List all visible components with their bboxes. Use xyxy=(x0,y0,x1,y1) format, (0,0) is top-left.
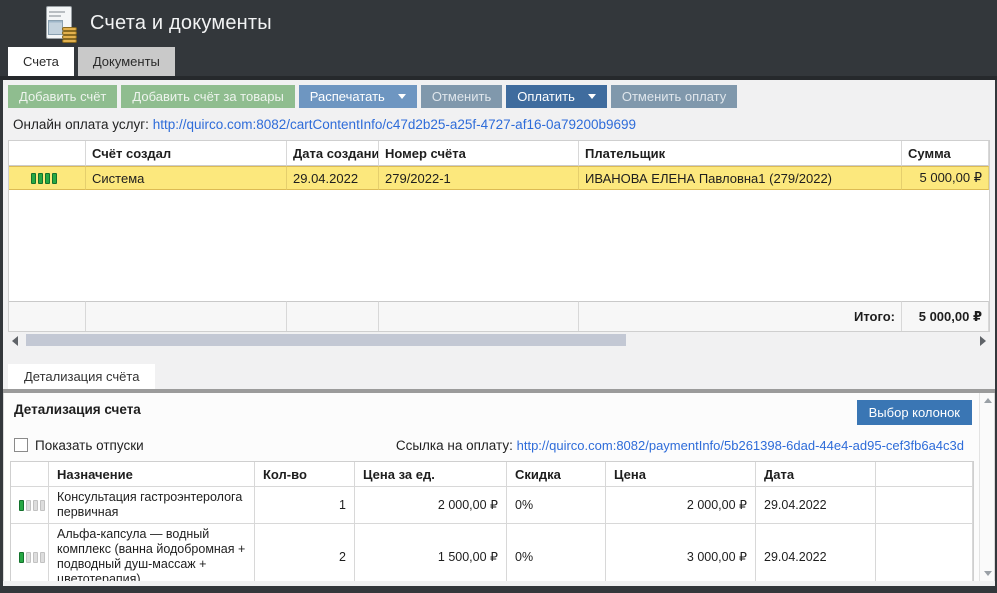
pay-button[interactable]: Оплатить xyxy=(506,85,607,108)
button-label: Отменить xyxy=(432,89,491,104)
scroll-down-icon[interactable] xyxy=(984,571,992,576)
column-header-price[interactable]: Цена xyxy=(606,462,756,487)
cell-qty: 2 xyxy=(255,524,355,581)
details-tabbar: Детализация счёта xyxy=(8,364,995,389)
details-grid: Назначение Кол-во Цена за ед. Скидка Цен… xyxy=(10,461,974,581)
table-row[interactable]: Система 29.04.2022 279/2022-1 ИВАНОВА ЕЛ… xyxy=(9,166,989,190)
cell-unit-price: 2 000,00 ₽ xyxy=(355,487,507,524)
table-row[interactable]: Альфа-капсула — водный комплекс (ванна й… xyxy=(11,524,973,581)
column-header-date[interactable]: Дата xyxy=(756,462,876,487)
tab-invoice-details[interactable]: Детализация счёта xyxy=(8,364,155,389)
window: Счета и документы Счета Документы Добави… xyxy=(0,0,997,593)
column-header-qty[interactable]: Кол-во xyxy=(255,462,355,487)
payment-link-label: Ссылка на оплату: xyxy=(396,438,513,453)
cell-service: Альфа-капсула — водный комплекс (ванна й… xyxy=(49,524,255,581)
cell-creator: Система xyxy=(86,166,287,190)
details-subrow: Показать отпуски Ссылка на оплату: http:… xyxy=(14,435,964,455)
column-header-discount[interactable]: Скидка xyxy=(507,462,606,487)
column-header-payer[interactable]: Плательщик xyxy=(579,141,902,166)
show-vacations-label: Показать отпуски xyxy=(35,438,144,453)
toolbar: Добавить счёт Добавить счёт за товары Ра… xyxy=(8,85,995,108)
button-label: Добавить счёт за товары xyxy=(132,89,283,104)
chevron-down-icon xyxy=(398,94,406,99)
add-invoice-button[interactable]: Добавить счёт xyxy=(8,85,117,108)
cell-number: 279/2022-1 xyxy=(379,166,579,190)
details-grid-header: Назначение Кол-во Цена за ед. Скидка Цен… xyxy=(11,462,973,487)
coins-icon xyxy=(62,26,78,43)
print-button[interactable]: Распечатать xyxy=(299,85,417,108)
choose-columns-button[interactable]: Выбор колонок xyxy=(857,400,972,425)
details-panel-title: Детализация счета xyxy=(14,402,141,417)
total-value: 5 000,00 ₽ xyxy=(902,301,989,331)
scroll-up-icon[interactable] xyxy=(984,398,992,403)
page-title: Счета и документы xyxy=(90,12,272,35)
scrollbar-thumb[interactable] xyxy=(26,334,626,346)
titlebar: Счета и документы xyxy=(0,0,997,47)
total-label: Итого: xyxy=(579,301,902,331)
status-bars-icon xyxy=(19,500,45,511)
column-header-number[interactable]: Номер счёта xyxy=(379,141,579,166)
cell-date: 29.04.2022 xyxy=(756,524,876,581)
status-bars-icon xyxy=(31,173,57,184)
cart-content-link[interactable]: http://quirco.com:8082/cartContentInfo/c… xyxy=(153,117,636,132)
invoices-grid-header: Счёт создал Дата создания Номер счёта Пл… xyxy=(9,141,989,166)
add-goods-invoice-button[interactable]: Добавить счёт за товары xyxy=(121,85,294,108)
payment-info-link[interactable]: http://quirco.com:8082/paymentInfo/5b261… xyxy=(517,438,964,453)
column-header-icon[interactable] xyxy=(11,462,49,487)
cell-extra xyxy=(876,487,973,524)
cell-service: Консультация гастроэнтеролога первичная xyxy=(49,487,255,524)
invoice-document-icon xyxy=(44,5,78,43)
grid-empty-area xyxy=(9,190,989,301)
cell-date: 29.04.2022 xyxy=(756,487,876,524)
show-vacations-checkbox[interactable] xyxy=(14,438,28,452)
content-area: Добавить счёт Добавить счёт за товары Ра… xyxy=(3,80,995,586)
cell-payer: ИВАНОВА ЕЛЕНА Павловна1 (279/2022) xyxy=(579,166,902,190)
row-status-cell xyxy=(11,524,49,581)
cell-price: 3 000,00 ₽ xyxy=(606,524,756,581)
scroll-right-icon[interactable] xyxy=(980,336,986,346)
column-header-amount[interactable]: Сумма xyxy=(902,141,989,166)
horizontal-scrollbar[interactable] xyxy=(8,332,990,348)
main-tabbar: Счета Документы xyxy=(0,47,997,76)
scroll-left-icon[interactable] xyxy=(12,336,18,346)
cancel-payment-button[interactable]: Отменить оплату xyxy=(611,85,737,108)
button-label: Оплатить xyxy=(517,89,575,104)
button-label: Распечатать xyxy=(310,89,385,104)
status-bars-icon xyxy=(19,552,45,563)
column-header-service[interactable]: Назначение xyxy=(49,462,255,487)
details-panel: Детализация счета Выбор колонок Показать… xyxy=(3,393,995,581)
row-status-cell xyxy=(11,487,49,524)
column-header-extra[interactable] xyxy=(876,462,973,487)
invoices-grid: Счёт создал Дата создания Номер счёта Пл… xyxy=(8,140,990,332)
tab-invoices[interactable]: Счета xyxy=(8,47,74,76)
button-label: Отменить оплату xyxy=(622,89,726,104)
column-header-creator[interactable]: Счёт создал xyxy=(86,141,287,166)
cell-price: 2 000,00 ₽ xyxy=(606,487,756,524)
vertical-scrollbar[interactable] xyxy=(979,393,994,581)
cell-qty: 1 xyxy=(255,487,355,524)
column-header-unit-price[interactable]: Цена за ед. xyxy=(355,462,507,487)
table-row[interactable]: Консультация гастроэнтеролога первичная … xyxy=(11,487,973,524)
cancel-button[interactable]: Отменить xyxy=(421,85,502,108)
column-header-icon[interactable] xyxy=(9,141,86,166)
cell-discount: 0% xyxy=(507,524,606,581)
column-header-date[interactable]: Дата создания xyxy=(287,141,379,166)
button-label: Добавить счёт xyxy=(19,89,106,104)
online-payment-label: Онлайн оплата услуг: xyxy=(13,117,149,132)
invoices-grid-footer: Итого: 5 000,00 ₽ xyxy=(9,301,989,331)
cell-extra xyxy=(876,524,973,581)
cell-discount: 0% xyxy=(507,487,606,524)
row-status-cell xyxy=(9,166,86,190)
cell-amount: 5 000,00 ₽ xyxy=(902,166,989,190)
cell-unit-price: 1 500,00 ₽ xyxy=(355,524,507,581)
cell-date: 29.04.2022 xyxy=(287,166,379,190)
chevron-down-icon xyxy=(588,94,596,99)
tab-documents[interactable]: Документы xyxy=(78,47,175,76)
online-payment-line: Онлайн оплата услуг: http://quirco.com:8… xyxy=(13,117,995,132)
